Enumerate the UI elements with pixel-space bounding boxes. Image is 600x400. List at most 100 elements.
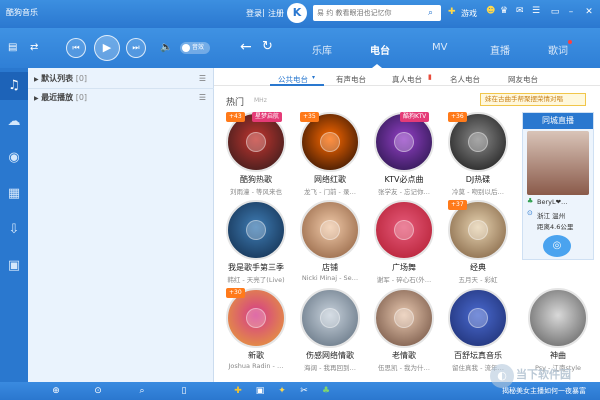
shuffle-icon[interactable]: ⇄: [30, 42, 38, 53]
station-name[interactable]: DJ热碟: [444, 174, 512, 185]
station-name[interactable]: 店铺: [296, 262, 364, 273]
station-name[interactable]: 酷狗热歌: [222, 174, 290, 185]
station-card[interactable]: +30 新歌 Joshua Radin - …: [226, 288, 286, 380]
leaf-icon[interactable]: ♣: [320, 385, 332, 397]
streamer-photo[interactable]: [527, 131, 589, 195]
tab-library[interactable]: 乐库: [312, 42, 332, 57]
kugou-logo[interactable]: K: [287, 3, 307, 23]
bulb-icon[interactable]: ✦: [276, 385, 288, 397]
vip-icon[interactable]: ☻: [486, 6, 495, 16]
next-button[interactable]: ⏭: [126, 38, 146, 58]
camera-icon[interactable]: ◎: [543, 235, 571, 257]
back-arrow-icon[interactable]: ←: [240, 39, 252, 55]
station-name[interactable]: 网络红歌: [296, 174, 364, 185]
tools-icon[interactable]: ✂: [298, 385, 310, 397]
station-card[interactable]: 老情歌 伍思凯 - 我为什…: [374, 288, 434, 380]
station-name[interactable]: 我是歌手第三季: [222, 262, 290, 273]
station-name[interactable]: 经典: [444, 262, 512, 273]
streamer-name: BeryL❤…: [537, 198, 568, 206]
cover-center: [468, 220, 488, 240]
subtab-celebrity[interactable]: 名人电台: [450, 74, 480, 85]
radio-icon[interactable]: ◉: [0, 144, 28, 172]
playlist-menu-icon[interactable]: ☰: [199, 70, 206, 88]
subtab-audio[interactable]: 有声电台: [336, 74, 366, 85]
station-name[interactable]: 神曲: [524, 350, 592, 361]
station-cover[interactable]: [374, 288, 434, 348]
promo-banner[interactable]: 妹在古曲手帮聚摆荣情对唱: [480, 93, 586, 106]
subtab-netizen[interactable]: 网友电台: [508, 74, 538, 85]
station-name[interactable]: 百舒坛真音乐: [444, 350, 512, 361]
status-text[interactable]: 揭秘美女主播如何一夜暴富: [502, 386, 586, 396]
tab-radio[interactable]: 电台: [370, 42, 390, 57]
station-card[interactable]: 伤感网络情歌 海阔 - 我再回到…: [300, 288, 360, 380]
station-name[interactable]: 老情歌: [370, 350, 438, 361]
playlist-row-default[interactable]: ▶ 默认列表 [0] ☰: [28, 70, 214, 88]
tab-live[interactable]: 直播: [490, 42, 510, 57]
station-card[interactable]: 广场舞 谢军 - 碎心石(外…: [374, 200, 434, 292]
id-card-icon[interactable]: ▣: [254, 385, 266, 397]
chevron-down-icon[interactable]: ▾: [312, 74, 315, 81]
station-cover[interactable]: [374, 200, 434, 260]
mini-mode-icon[interactable]: ▭: [548, 5, 562, 19]
station-name[interactable]: 新歌: [222, 350, 290, 361]
game-link[interactable]: 游戏: [461, 8, 477, 19]
radio-subtabs: 公共电台 ▾ 有声电台 真人电台 ▮ 名人电台 网友电台: [214, 68, 600, 86]
station-card[interactable]: +37 经典 五月天 - 彩虹: [448, 200, 508, 292]
locate-icon[interactable]: ⊙: [92, 385, 104, 397]
add-icon[interactable]: ⊕: [50, 385, 62, 397]
playlist-toggle-icon[interactable]: ▤: [8, 42, 17, 53]
tab-lyrics[interactable]: 歌词: [548, 42, 568, 57]
station-card[interactable]: +36 DJ热碟 冷莫 - 吻别以后…: [448, 112, 508, 204]
search-icon[interactable]: ⌕: [136, 385, 148, 397]
player-nav-bar: ▤ ⇄ ⏮ ▶ ⏭ 🔈 音效 ← ↻ 乐库 电台 MV 直播 歌词: [0, 28, 600, 68]
station-cover[interactable]: [300, 200, 360, 260]
message-icon[interactable]: ✉: [516, 6, 524, 16]
subtab-real[interactable]: 真人电台: [392, 74, 422, 85]
settings-icon[interactable]: ☰: [532, 6, 540, 16]
station-name[interactable]: 广场舞: [370, 262, 438, 273]
playlist-row-recent[interactable]: ▶ 最近播放 [0] ☰: [28, 88, 214, 106]
skin-icon[interactable]: ♛: [500, 6, 508, 16]
cloud-icon[interactable]: ☁: [0, 108, 28, 136]
streamer-distance: 距离4.6公里: [537, 223, 574, 231]
volume-icon[interactable]: 🔈: [160, 42, 172, 53]
station-cover[interactable]: [300, 288, 360, 348]
previous-button[interactable]: ⏮: [66, 38, 86, 58]
station-name[interactable]: 伤感网络情歌: [296, 350, 364, 361]
cover-center: [468, 132, 488, 152]
close-icon[interactable]: ✕: [582, 5, 596, 19]
station-cover[interactable]: [226, 200, 286, 260]
register-link[interactable]: 注册: [268, 8, 284, 19]
cover-center: [394, 308, 414, 328]
playlist-count: [0]: [75, 74, 88, 83]
station-card[interactable]: 酷狗KTV KTV必点曲 张学友 - 忘记你…: [374, 112, 434, 204]
subtab-underline: [270, 84, 324, 86]
station-name[interactable]: KTV必点曲: [370, 174, 438, 185]
search-input[interactable]: 易 约 教看眼泪也记忆你: [313, 5, 441, 21]
radio-content: 公共电台 ▾ 有声电台 真人电台 ▮ 名人电台 网友电台 热门 MHz 妹在古曲…: [214, 68, 600, 382]
search-icon[interactable]: ⌕: [428, 5, 433, 21]
download-icon[interactable]: ⇩: [0, 216, 28, 244]
play-button[interactable]: ▶: [94, 35, 120, 61]
station-cover[interactable]: [448, 288, 508, 348]
cover-center: [394, 220, 414, 240]
refresh-icon[interactable]: ↻: [262, 39, 273, 54]
phone-icon[interactable]: ▯: [178, 385, 190, 397]
sound-effect-toggle[interactable]: 音效: [180, 42, 210, 54]
tab-mv[interactable]: MV: [432, 42, 447, 53]
cover-center: [246, 132, 266, 152]
music-icon[interactable]: ♫: [0, 72, 28, 100]
gamepad-icon[interactable]: ✚: [232, 385, 244, 397]
station-card[interactable]: 我是歌手第三季 韩红 - 天亮了(Live): [226, 200, 286, 292]
station-card[interactable]: 店铺 Nicki Minaj - Se…: [300, 200, 360, 292]
login-link[interactable]: 登录: [246, 8, 262, 19]
station-card[interactable]: +43 星梦启航 酷狗热歌 刘雨潼 - 等风来也: [226, 112, 286, 204]
station-cover[interactable]: [528, 288, 588, 348]
station-card[interactable]: +35 网络红歌 龙飞 - 门前 - 录…: [300, 112, 360, 204]
apps-icon[interactable]: ▣: [0, 252, 28, 280]
playlist-menu-icon[interactable]: ☰: [199, 89, 206, 107]
game-icon[interactable]: ✚: [448, 7, 456, 17]
notes-icon[interactable]: ▦: [0, 180, 28, 208]
minimize-icon[interactable]: –: [564, 5, 578, 19]
play-icon: ▶: [102, 41, 112, 54]
